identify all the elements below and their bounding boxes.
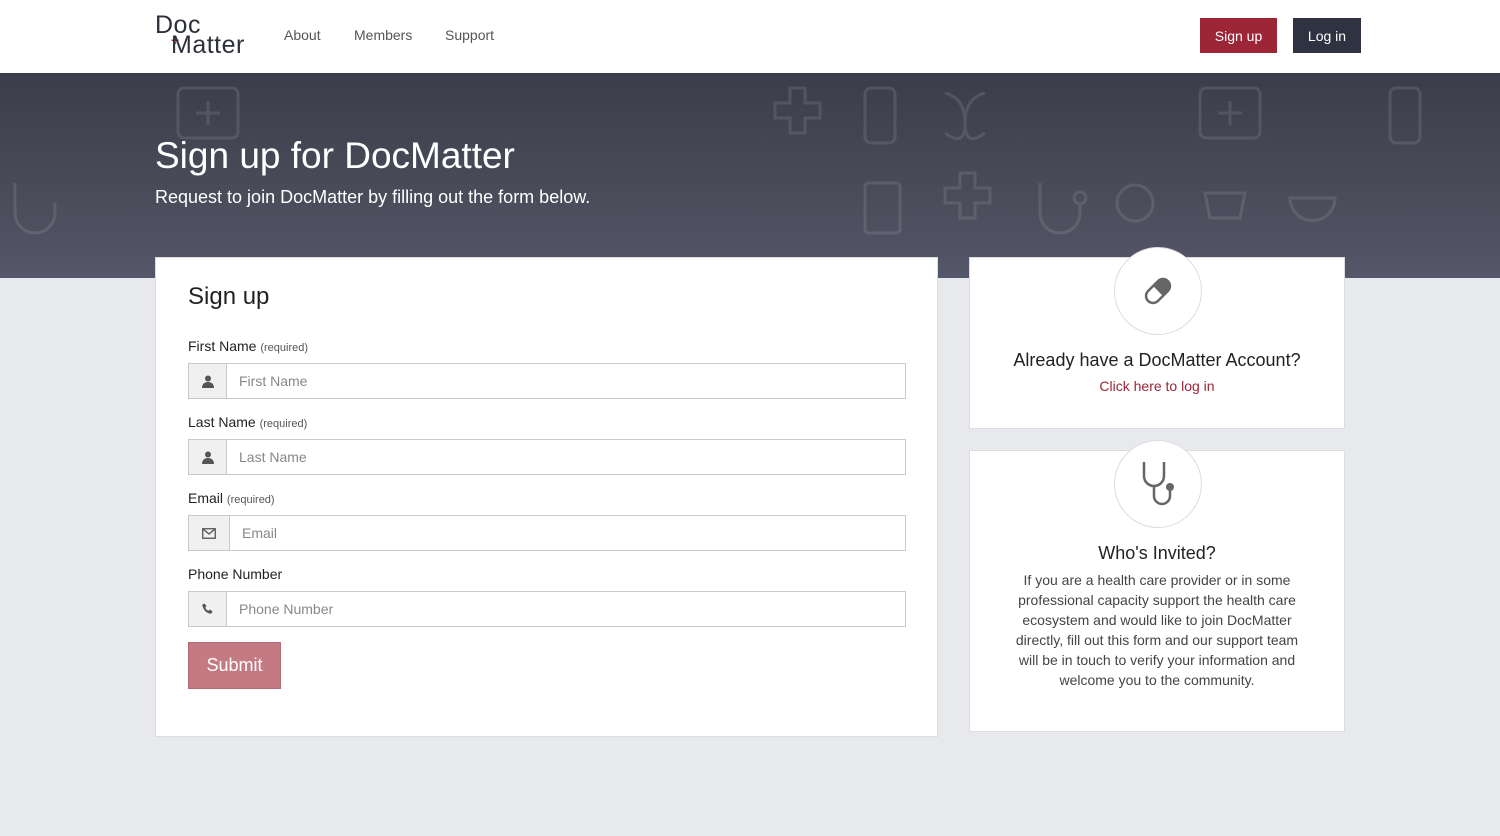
stethoscope-icon (1114, 440, 1202, 528)
phone-label-text: Phone Number (188, 566, 283, 582)
docmatter-logo[interactable]: Doc + Matter (155, 12, 255, 58)
last-name-label: Last Name (required) (188, 414, 307, 430)
email-input[interactable] (230, 516, 905, 550)
user-icon (189, 364, 227, 398)
login-card: Already have a DocMatter Account? Click … (969, 247, 1345, 429)
login-card-title: Already have a DocMatter Account? (1013, 350, 1301, 370)
required-note: (required) (259, 418, 308, 430)
email-label-text: Email (188, 490, 224, 506)
page-title: Sign up for DocMatter (155, 135, 515, 176)
signup-button[interactable]: Sign up (1200, 18, 1277, 53)
invite-card-description: If you are a health care provider or in … (1015, 572, 1299, 688)
first-name-group (188, 363, 906, 399)
logo-text-matter: Matter (171, 31, 245, 59)
top-navbar: Doc + Matter About Members Support Sign … (0, 0, 1500, 73)
phone-label: Phone Number (188, 566, 282, 582)
page-subtitle: Request to join DocMatter by filling out… (155, 187, 591, 207)
envelope-icon (189, 516, 230, 550)
last-name-label-text: Last Name (188, 414, 256, 430)
invite-card-title: Who's Invited? (1098, 543, 1216, 563)
first-name-input[interactable] (227, 364, 905, 398)
required-note: (required) (226, 494, 275, 506)
form-heading: Sign up (188, 283, 270, 310)
invite-card: Who's Invited? If you are a health care … (969, 440, 1345, 732)
first-name-label-text: First Name (188, 338, 257, 354)
nav-about-link[interactable]: About (284, 27, 321, 43)
last-name-input[interactable] (227, 440, 905, 474)
phone-icon (189, 592, 227, 626)
user-icon (189, 440, 227, 474)
phone-group (188, 591, 906, 627)
nav-support-link[interactable]: Support (445, 27, 494, 43)
hero-banner: Sign up for DocMatter Request to join Do… (0, 73, 1500, 278)
login-button[interactable]: Log in (1293, 18, 1361, 53)
login-link[interactable]: Click here to log in (970, 378, 1344, 394)
email-label: Email (required) (188, 490, 275, 506)
pill-icon (1114, 247, 1202, 335)
last-name-group (188, 439, 906, 475)
required-note: (required) (260, 342, 309, 354)
signup-form-card: Sign up First Name (required) Last Name … (155, 257, 938, 737)
phone-input[interactable] (227, 592, 905, 626)
submit-button[interactable]: Submit (188, 642, 281, 689)
nav-members-link[interactable]: Members (354, 27, 412, 43)
email-group (188, 515, 906, 551)
first-name-label: First Name (required) (188, 338, 308, 354)
